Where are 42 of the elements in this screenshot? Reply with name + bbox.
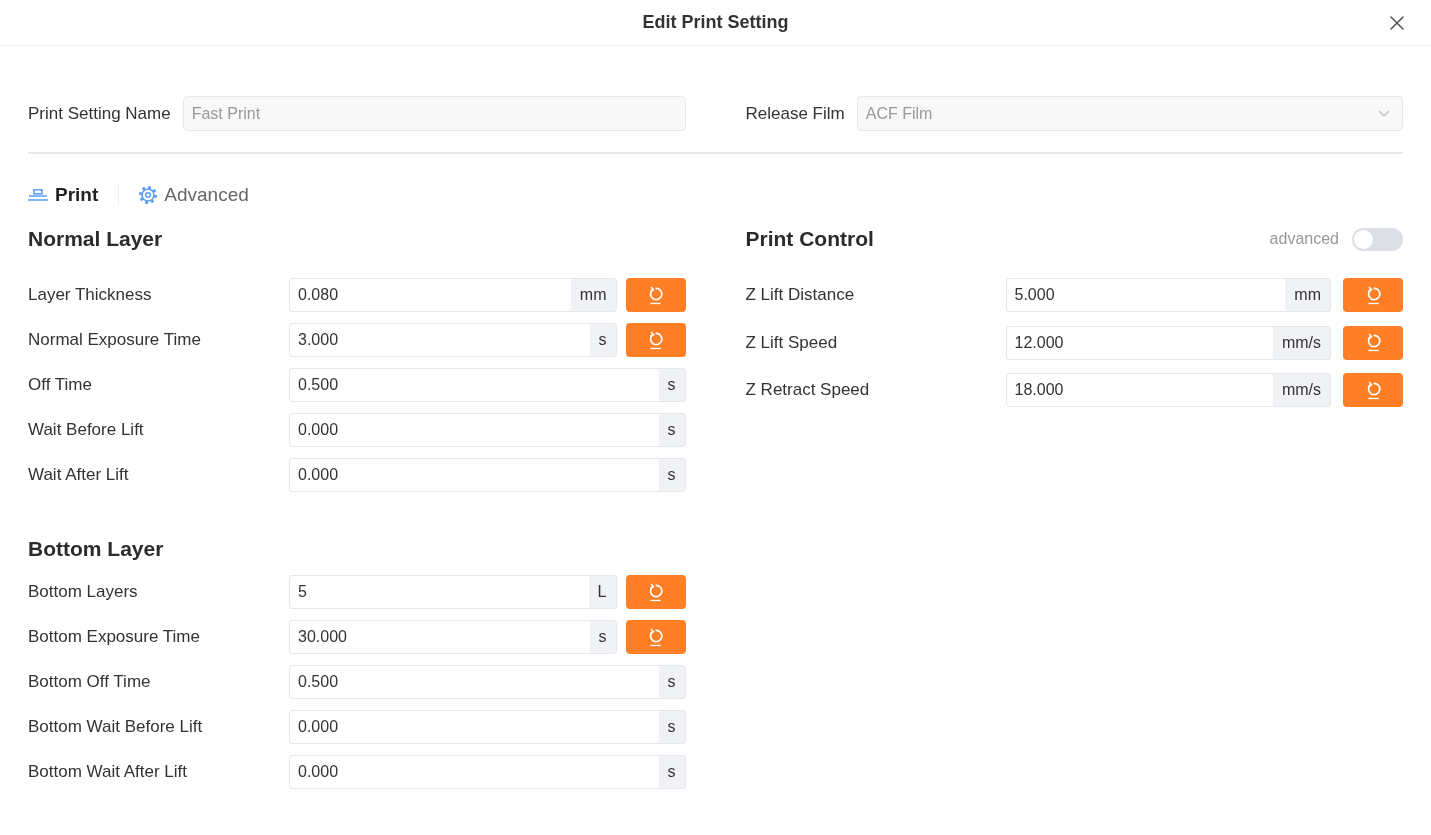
reset-icon [1365, 380, 1381, 400]
setting-label: Layer Thickness [28, 285, 153, 305]
setting-label: Wait Before Lift [28, 420, 145, 440]
reset-icon [648, 582, 663, 602]
reset-button[interactable] [625, 323, 686, 357]
gear-icon [139, 186, 158, 204]
setting-label: Bottom Exposure Time [28, 627, 201, 647]
reset-button[interactable] [625, 278, 686, 312]
setting-label: Z Lift Distance [745, 285, 856, 305]
reset-button[interactable] [625, 575, 686, 609]
close-button[interactable] [1390, 15, 1404, 30]
toggle-label: advanced [1269, 230, 1339, 248]
advanced-toggle[interactable] [1352, 227, 1403, 251]
section-heading: Print Control [745, 227, 874, 251]
reset-button[interactable] [1343, 373, 1403, 407]
tab[interactable]: Print [28, 184, 99, 206]
reset-button[interactable] [625, 620, 686, 654]
reset-icon [1365, 285, 1381, 305]
reset-icon [648, 627, 663, 647]
chevron-down-icon [1378, 110, 1390, 117]
tab[interactable]: Advanced [139, 184, 249, 206]
setting-label: Z Lift Speed [745, 332, 839, 353]
reset-button[interactable] [1343, 278, 1403, 312]
reset-icon [648, 330, 663, 350]
close-icon [1390, 15, 1404, 30]
setting-label: Normal Exposure Time [28, 330, 202, 350]
setting-label: Z Retract Speed [745, 380, 871, 400]
setting-label: Bottom Wait Before Lift [28, 717, 204, 737]
printer-icon [28, 189, 48, 201]
setting-label: Wait After Lift [28, 465, 130, 485]
reset-icon [1365, 333, 1381, 352]
setting-label: Bottom Wait After Lift [28, 762, 189, 782]
section-heading: Bottom Layer [28, 537, 164, 561]
setting-label: Bottom Off Time [28, 672, 152, 692]
section-heading: Normal Layer [28, 227, 163, 251]
reset-icon [648, 285, 663, 305]
reset-button[interactable] [1343, 325, 1403, 360]
field-label: Print Setting Name [28, 103, 171, 124]
dialog-title: Edit Print Setting [642, 12, 789, 33]
setting-label: Off Time [28, 375, 93, 395]
field-label: Release Film [745, 103, 845, 124]
setting-label: Bottom Layers [28, 582, 139, 602]
